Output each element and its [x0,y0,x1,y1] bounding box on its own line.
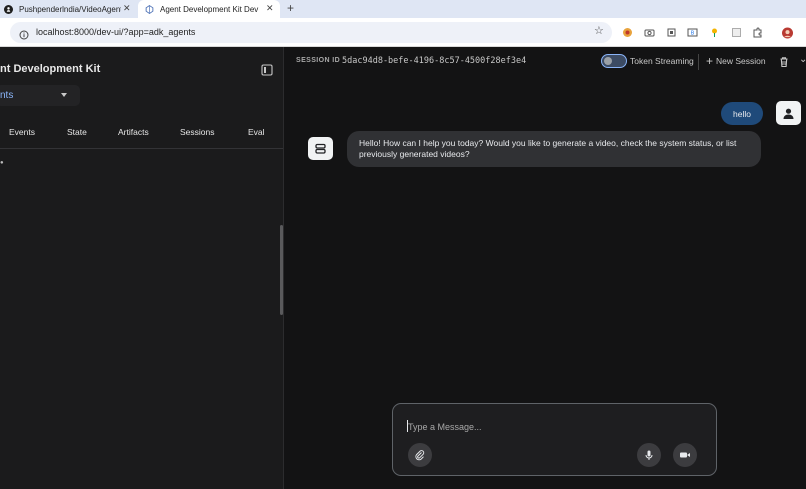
bookmark-star-icon[interactable]: ☆ [594,24,604,37]
extension-icon[interactable] [622,27,633,38]
new-session-label: New Session [716,56,766,66]
extension-icon[interactable]: B [687,27,698,38]
microphone-button[interactable] [637,443,661,467]
chevron-down-icon [61,93,67,97]
browser-tab-bar: Pushpenderlndia/VideoAgent ✕ Agent Devel… [0,0,806,18]
agent-select-value: nts [0,90,14,101]
more-options-icon[interactable]: ⌄ [799,54,806,65]
camera-icon[interactable] [644,27,655,38]
chat-toolbar: SESSION ID 5dac94d8-befe-4196-8c57-4500f… [285,47,806,76]
adk-icon [145,4,154,14]
video-camera-icon [680,452,690,458]
token-streaming-toggle[interactable] [601,54,627,68]
robot-icon [315,143,326,154]
extension-icon[interactable] [731,27,742,38]
paperclip-icon [415,450,425,461]
user-avatar [776,101,801,125]
session-id-label: SESSION ID [296,57,341,64]
toggle-knob [604,57,612,65]
new-tab-button[interactable]: + [287,1,294,15]
attach-button[interactable] [408,443,432,467]
video-camera-button[interactable] [673,443,697,467]
bot-message-bubble: Hello! How can I help you today? Would y… [347,131,761,167]
tab-state[interactable]: State [67,127,87,137]
tab-label: Agent Development Kit Dev U [160,4,260,14]
bot-avatar [308,137,333,160]
plus-icon: + [706,54,714,68]
user-message-bubble: hello [721,102,763,125]
svg-text:B: B [691,31,695,37]
tab-eval[interactable]: Eval [248,127,265,137]
agent-select[interactable]: nts [0,85,80,106]
toolbar-divider [698,54,699,70]
close-tab-icon[interactable]: ✕ [266,3,274,14]
session-id-value: 5dac94d8-befe-4196-8c57-4500f28ef3e4 [342,56,527,66]
omnibox[interactable]: localhost:8000/dev-ui/?app=adk_agents ☆ [10,22,612,43]
url-text[interactable]: localhost:8000/dev-ui/?app=adk_agents [36,27,195,37]
tab-artifacts[interactable]: Artifacts [118,127,149,137]
address-bar: localhost:8000/dev-ui/?app=adk_agents ☆ … [0,18,806,47]
browser-tab-github[interactable]: Pushpenderlndia/VideoAgent ✕ [4,0,132,18]
message-input[interactable] [408,420,698,434]
profile-avatar-icon[interactable] [782,27,793,38]
site-info-icon[interactable] [19,27,29,40]
new-session-button[interactable]: + New Session [706,54,766,68]
delete-session-icon[interactable] [778,55,790,68]
token-streaming-label: Token Streaming [630,56,694,66]
puzzle-icon[interactable] [752,27,763,38]
browser-tab-adk[interactable]: Agent Development Kit Dev U ✕ [138,0,280,18]
sidebar-scrollbar[interactable] [280,225,283,315]
sidebar: nt Development Kit nts Events State Arti… [0,47,284,489]
chat-panel: SESSION ID 5dac94d8-befe-4196-8c57-4500f… [285,47,806,489]
github-icon [4,4,13,14]
extension-icon[interactable] [666,27,677,38]
microphone-icon [645,450,653,460]
collapse-sidebar-icon[interactable] [261,63,273,76]
sidebar-title: nt Development Kit [0,63,101,75]
event-marker: ● [0,160,4,166]
tab-label: Pushpenderlndia/VideoAgent [19,4,121,14]
extension-icon[interactable] [709,27,720,38]
tab-sessions[interactable]: Sessions [180,127,215,137]
person-icon [783,108,794,119]
message-composer [392,403,717,476]
close-tab-icon[interactable]: ✕ [123,3,131,14]
sidebar-tabs: Events State Artifacts Sessions Eval [0,127,283,149]
tab-events[interactable]: Events [9,127,35,137]
